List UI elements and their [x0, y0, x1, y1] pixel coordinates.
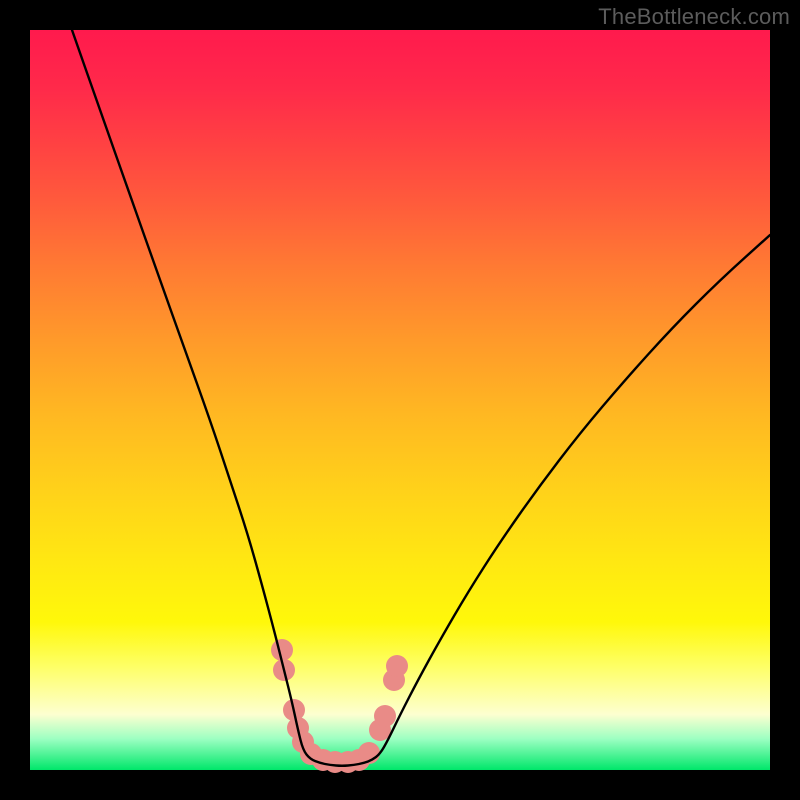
plot-area [30, 30, 770, 770]
watermark-text: TheBottleneck.com [598, 4, 790, 30]
marker-dot [374, 705, 396, 727]
marker-dot [386, 655, 408, 677]
chart-frame: TheBottleneck.com [0, 0, 800, 800]
bottleneck-curve [72, 30, 770, 766]
salmon-dots-group [271, 639, 408, 773]
curve-layer [30, 30, 770, 770]
